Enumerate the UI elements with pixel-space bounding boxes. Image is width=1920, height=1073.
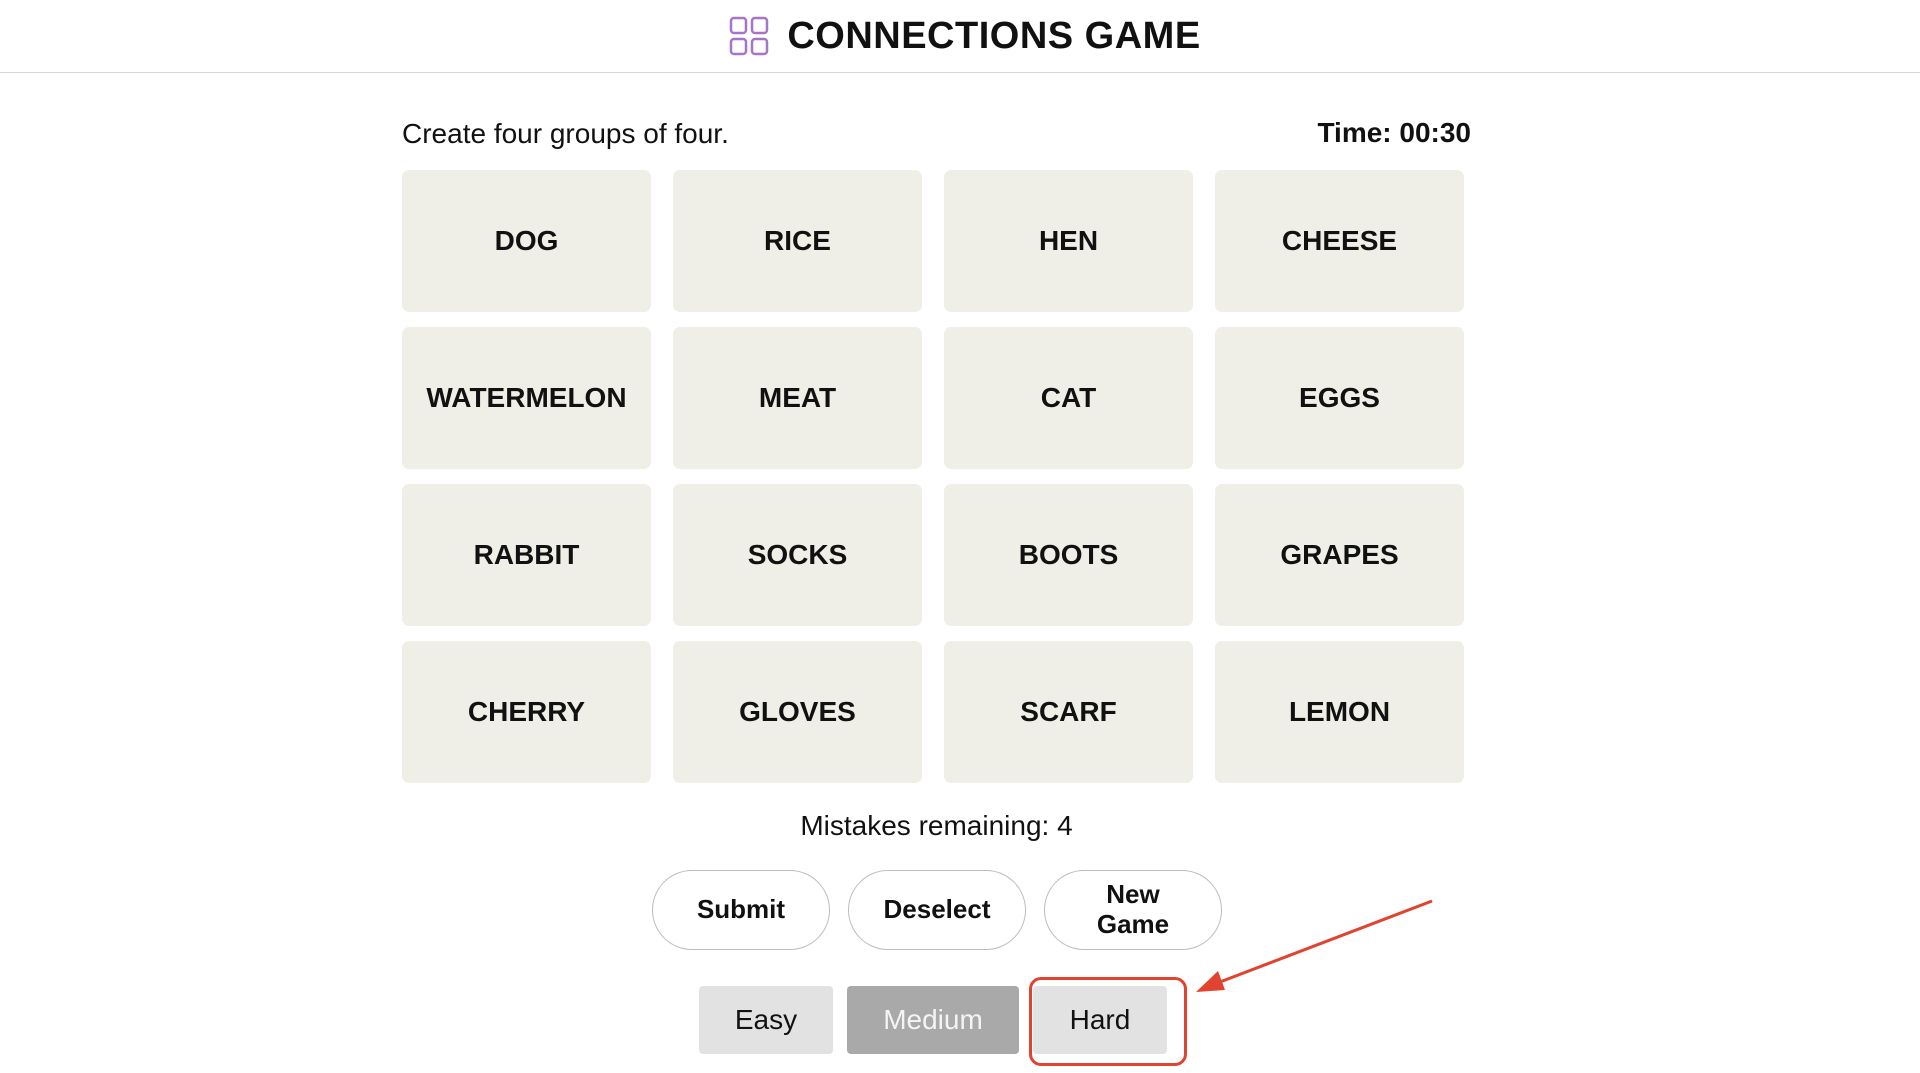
word-tile[interactable]: DOG	[402, 170, 651, 312]
word-tile[interactable]: EGGS	[1215, 327, 1464, 469]
header: CONNECTIONS GAME	[0, 0, 1920, 73]
annotation-arrow-icon	[1196, 899, 1433, 992]
medium-button[interactable]: Medium	[847, 986, 1019, 1054]
hard-button[interactable]: Hard	[1033, 986, 1167, 1054]
header-inner: CONNECTIONS GAME	[729, 15, 1200, 58]
mistakes-remaining: Mistakes remaining: 4	[800, 810, 1073, 841]
page-title: CONNECTIONS GAME	[787, 14, 1201, 57]
word-tile[interactable]: GLOVES	[673, 641, 922, 783]
difficulty-selector: Easy Medium Hard	[699, 986, 1167, 1054]
word-grid: DOG RICE HEN CHEESE WATERMELON MEAT CAT …	[402, 170, 1465, 783]
grid-2x2-icon	[730, 16, 769, 56]
word-tile[interactable]: GRAPES	[1215, 484, 1464, 626]
word-tile[interactable]: CAT	[944, 327, 1193, 469]
word-tile[interactable]: WATERMELON	[402, 327, 651, 469]
word-tile[interactable]: RICE	[673, 170, 922, 312]
action-buttons: Submit Deselect New Game	[652, 870, 1222, 950]
word-tile[interactable]: HEN	[944, 170, 1193, 312]
submit-button[interactable]: Submit	[652, 870, 830, 950]
deselect-button[interactable]: Deselect	[848, 870, 1026, 950]
word-tile[interactable]: CHEESE	[1215, 170, 1464, 312]
new-game-button[interactable]: New Game	[1044, 870, 1222, 950]
page: CONNECTIONS GAME Create four groups of f…	[0, 0, 1920, 1073]
easy-button[interactable]: Easy	[699, 986, 833, 1054]
word-tile[interactable]: CHERRY	[402, 641, 651, 783]
word-tile[interactable]: LEMON	[1215, 641, 1464, 783]
word-tile[interactable]: MEAT	[673, 327, 922, 469]
word-tile[interactable]: BOOTS	[944, 484, 1193, 626]
timer: Time: 00:30	[1317, 117, 1471, 148]
word-tile[interactable]: SOCKS	[673, 484, 922, 626]
instructions: Create four groups of four.	[402, 118, 729, 149]
word-tile[interactable]: RABBIT	[402, 484, 651, 626]
word-tile[interactable]: SCARF	[944, 641, 1193, 783]
